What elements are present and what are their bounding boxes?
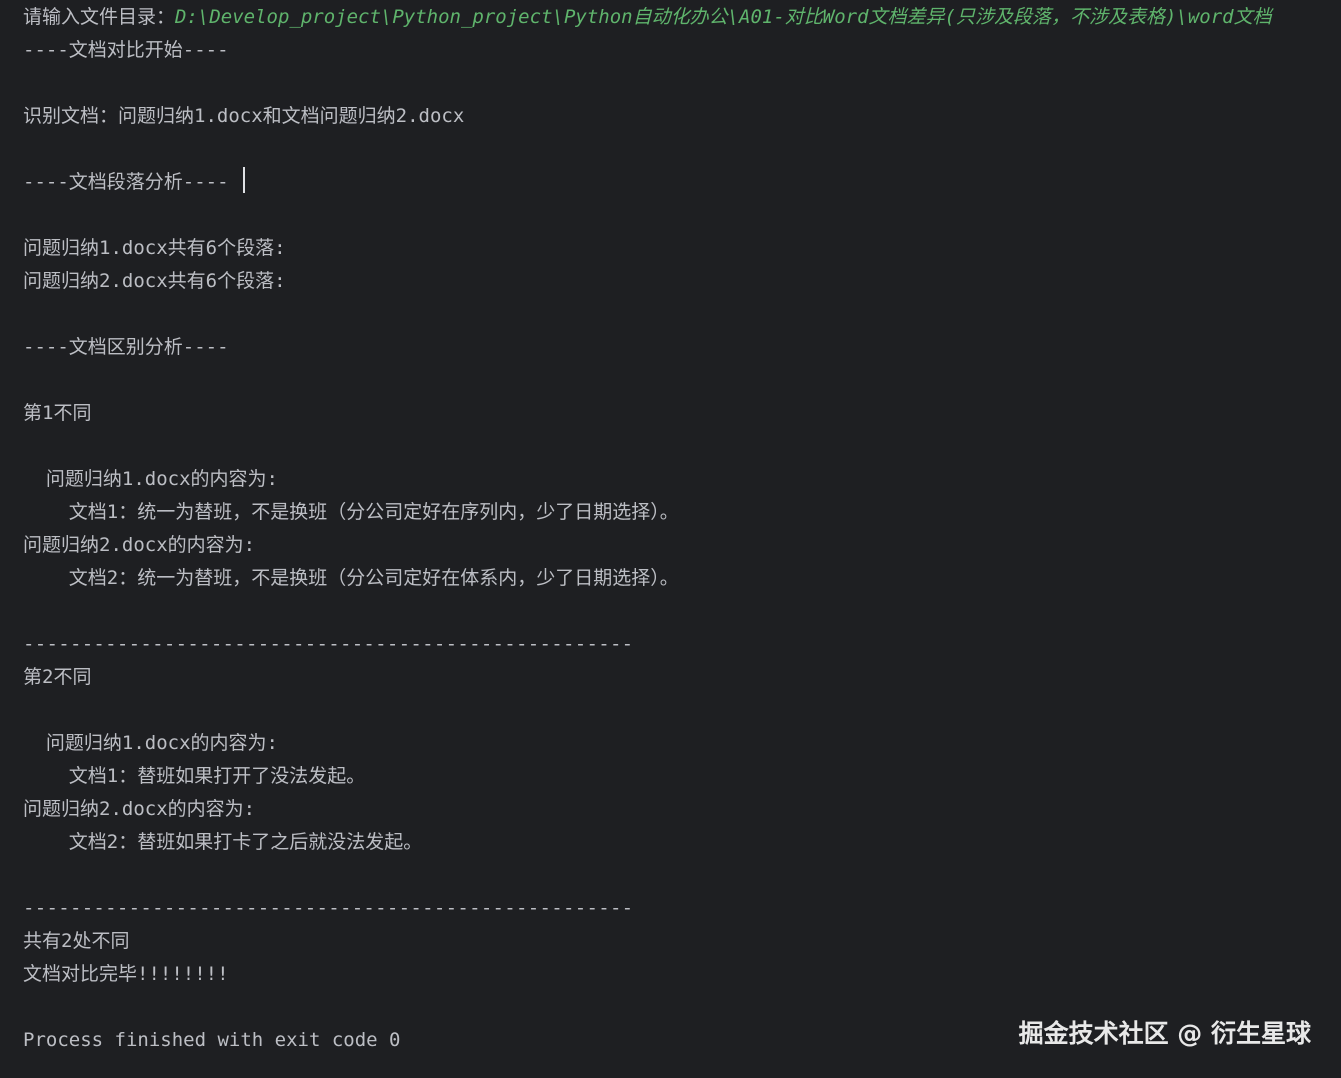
- text-cursor: [243, 167, 245, 193]
- difference-1-doc2-label: 问题归纳2.docx的内容为:: [23, 534, 256, 556]
- difference-1-doc1-content: 文档1：统一为替班，不是换班（分公司定好在序列内，少了日期选择）。: [23, 501, 679, 523]
- difference-1-doc1-label: 问题归纳1.docx的内容为:: [23, 468, 278, 490]
- difference-2-doc2-content: 文档2：替班如果打卡了之后就没法发起。: [23, 831, 423, 853]
- input-prompt-line: 请输入文件目录：D:\Develop_project\Python_projec…: [23, 4, 1272, 30]
- compare-start-line: ----文档对比开始----: [23, 39, 229, 61]
- prompt-label: 请输入文件目录：: [23, 6, 176, 28]
- prompt-input-path[interactable]: D:\Develop_project\Python_project\Python…: [175, 6, 1272, 28]
- paragraph-analysis-line: ----文档段落分析----: [23, 171, 229, 193]
- doc1-paragraph-count-line: 问题归纳1.docx共有6个段落:: [23, 237, 286, 259]
- difference-count-line: 共有2处不同: [23, 930, 130, 952]
- difference-2-doc1-content: 文档1：替班如果打开了没法发起。: [23, 765, 366, 787]
- difference-2-heading: 第2不同: [23, 666, 92, 688]
- difference-analysis-line: ----文档区别分析----: [23, 336, 229, 358]
- process-exit-line: Process finished with exit code 0: [23, 1029, 401, 1051]
- compare-finished-line: 文档对比完毕!!!!!!!!: [23, 963, 229, 985]
- difference-2-doc2-label: 问题归纳2.docx的内容为:: [23, 798, 256, 820]
- watermark-text: 掘金技术社区 @ 衍生星球: [1018, 1019, 1311, 1048]
- difference-2-doc1-label: 问题归纳1.docx的内容为:: [23, 732, 278, 754]
- difference-1-doc2-content: 文档2：统一为替班，不是换班（分公司定好在体系内，少了日期选择）。: [23, 567, 679, 589]
- console-output: 请输入文件目录：D:\Develop_project\Python_projec…: [0, 0, 1341, 1078]
- identify-docs-line: 识别文档：问题归纳1.docx和文档问题归纳2.docx: [23, 105, 465, 127]
- separator-line: ----------------------------------------…: [23, 633, 634, 655]
- difference-1-heading: 第1不同: [23, 402, 92, 424]
- doc2-paragraph-count-line: 问题归纳2.docx共有6个段落:: [23, 270, 286, 292]
- separator-line: ----------------------------------------…: [23, 897, 634, 919]
